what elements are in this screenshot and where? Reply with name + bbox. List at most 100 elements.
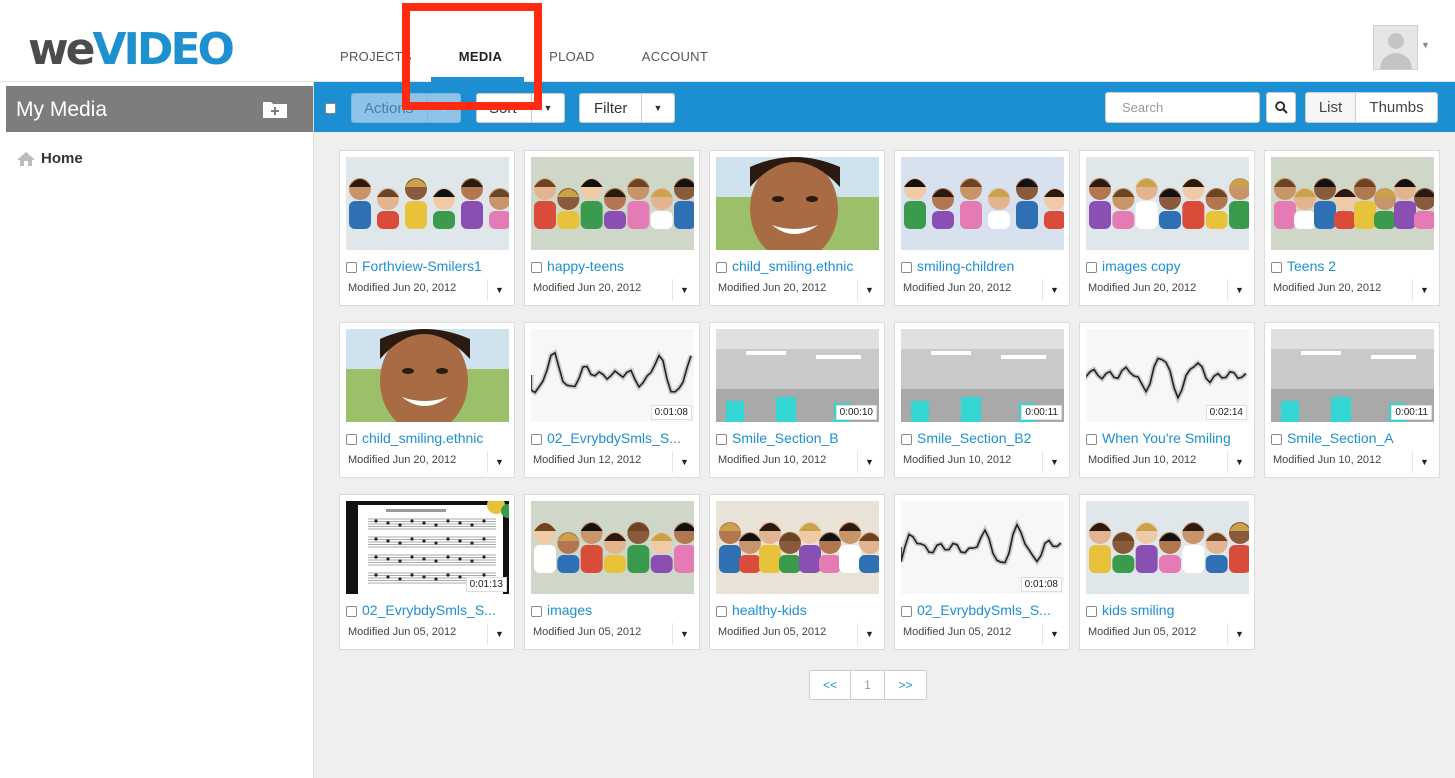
card-menu-caret-icon[interactable]: ▼ bbox=[1412, 451, 1436, 473]
card-menu-caret-icon[interactable]: ▼ bbox=[857, 623, 881, 645]
media-title-link[interactable]: healthy-kids bbox=[732, 602, 882, 618]
select-all-checkbox[interactable] bbox=[325, 103, 336, 114]
media-title-link[interactable]: images bbox=[547, 602, 697, 618]
media-checkbox[interactable] bbox=[531, 606, 542, 617]
filter-button[interactable]: Filter ▼ bbox=[579, 93, 675, 123]
media-thumbnail[interactable] bbox=[531, 501, 694, 594]
card-menu-caret-icon[interactable]: ▼ bbox=[672, 279, 696, 301]
sidebar-item-home[interactable]: Home bbox=[16, 150, 83, 167]
thumbs-view-button[interactable]: Thumbs bbox=[1356, 92, 1438, 123]
media-thumbnail[interactable]: 0:00:10 bbox=[716, 329, 879, 422]
card-menu-caret-icon[interactable]: ▼ bbox=[1227, 623, 1251, 645]
card-menu-caret-icon[interactable]: ▼ bbox=[857, 279, 881, 301]
new-folder-icon[interactable] bbox=[262, 99, 288, 119]
media-card[interactable]: child_smiling.ethnic Modified Jun 20, 201… bbox=[339, 322, 515, 478]
sort-caret-icon[interactable]: ▼ bbox=[530, 94, 564, 122]
media-checkbox[interactable] bbox=[716, 262, 727, 273]
wevideo-logo[interactable]: we VIDEO bbox=[28, 22, 235, 72]
media-thumbnail[interactable] bbox=[346, 329, 509, 422]
media-checkbox[interactable] bbox=[901, 606, 912, 617]
nav-projects[interactable]: PROJECTS bbox=[340, 0, 412, 82]
media-thumbnail[interactable] bbox=[901, 157, 1064, 250]
sort-button[interactable]: Sort ▼ bbox=[476, 93, 565, 123]
media-thumbnail[interactable] bbox=[1271, 157, 1434, 250]
nav-media[interactable]: MEDIA bbox=[430, 0, 525, 82]
list-view-button[interactable]: List bbox=[1305, 92, 1356, 123]
card-menu-caret-icon[interactable]: ▼ bbox=[1042, 279, 1066, 301]
media-thumbnail[interactable] bbox=[346, 157, 509, 250]
media-card[interactable]: images Modified Jun 05, 2012 ▼ bbox=[524, 494, 700, 650]
card-menu-caret-icon[interactable]: ▼ bbox=[857, 451, 881, 473]
media-card[interactable]: smiling-children Modified Jun 20, 2012 ▼ bbox=[894, 150, 1070, 306]
card-menu-caret-icon[interactable]: ▼ bbox=[1227, 279, 1251, 301]
media-checkbox[interactable] bbox=[346, 262, 357, 273]
media-card[interactable]: Forthview-Smilers1 Modified Jun 20, 2012 ▼ bbox=[339, 150, 515, 306]
card-menu-caret-icon[interactable]: ▼ bbox=[487, 623, 511, 645]
media-card[interactable]: happy-teens Modified Jun 20, 2012 ▼ bbox=[524, 150, 700, 306]
media-card[interactable]: 0:01:08 02_EvrybdySmls_S... Modified Jun 1… bbox=[524, 322, 700, 478]
media-card[interactable]: 0:01:08 02_EvrybdySmls_S... Modified Jun 0… bbox=[894, 494, 1070, 650]
media-title-link[interactable]: Smile_Section_A bbox=[1287, 430, 1437, 446]
actions-button[interactable]: Actions ▼ bbox=[351, 93, 461, 123]
search-button[interactable] bbox=[1266, 92, 1296, 123]
user-avatar[interactable] bbox=[1373, 25, 1418, 70]
media-title-link[interactable]: Smile_Section_B2 bbox=[917, 430, 1067, 446]
media-card[interactable]: 0:01:13 02_EvrybdySmls_S... Modified Jun 0… bbox=[339, 494, 515, 650]
actions-caret-icon[interactable]: ▼ bbox=[426, 94, 460, 122]
media-checkbox[interactable] bbox=[901, 434, 912, 445]
media-thumbnail[interactable]: 0:02:14 bbox=[1086, 329, 1249, 422]
media-title-link[interactable]: Forthview-Smilers1 bbox=[362, 258, 512, 274]
media-thumbnail[interactable] bbox=[716, 157, 879, 250]
media-thumbnail[interactable]: 0:01:13 bbox=[346, 501, 509, 594]
media-checkbox[interactable] bbox=[346, 606, 357, 617]
media-thumbnail[interactable] bbox=[1086, 157, 1249, 250]
media-checkbox[interactable] bbox=[1086, 434, 1097, 445]
next-page-button[interactable]: >> bbox=[885, 670, 927, 700]
prev-page-button[interactable]: << bbox=[809, 670, 851, 700]
media-checkbox[interactable] bbox=[1086, 262, 1097, 273]
media-checkbox[interactable] bbox=[346, 434, 357, 445]
media-title-link[interactable]: Teens 2 bbox=[1287, 258, 1437, 274]
media-card[interactable]: 0:00:11 Smile_Section_B2 Modified Jun 10, … bbox=[894, 322, 1070, 478]
filter-caret-icon[interactable]: ▼ bbox=[640, 94, 674, 122]
media-title-link[interactable]: smiling-children bbox=[917, 258, 1067, 274]
media-title-link[interactable]: 02_EvrybdySmls_S... bbox=[362, 602, 512, 618]
media-title-link[interactable]: 02_EvrybdySmls_S... bbox=[547, 430, 697, 446]
media-card[interactable]: images copy Modified Jun 20, 2012 ▼ bbox=[1079, 150, 1255, 306]
media-checkbox[interactable] bbox=[531, 262, 542, 273]
media-thumbnail[interactable] bbox=[716, 501, 879, 594]
card-menu-caret-icon[interactable]: ▼ bbox=[1227, 451, 1251, 473]
media-card[interactable]: healthy-kids Modified Jun 05, 2012 ▼ bbox=[709, 494, 885, 650]
media-checkbox[interactable] bbox=[716, 606, 727, 617]
media-title-link[interactable]: When You're Smiling bbox=[1102, 430, 1252, 446]
search-input[interactable] bbox=[1105, 92, 1260, 123]
media-checkbox[interactable] bbox=[1271, 434, 1282, 445]
card-menu-caret-icon[interactable]: ▼ bbox=[1042, 451, 1066, 473]
nav-upload[interactable]: PLOAD bbox=[549, 0, 595, 82]
media-card[interactable]: 0:00:11 Smile_Section_A Modified Jun 10, 2… bbox=[1264, 322, 1440, 478]
media-checkbox[interactable] bbox=[531, 434, 542, 445]
media-thumbnail[interactable] bbox=[1086, 501, 1249, 594]
media-title-link[interactable]: child_smiling.ethnic bbox=[362, 430, 512, 446]
media-thumbnail[interactable]: 0:00:11 bbox=[901, 329, 1064, 422]
media-title-link[interactable]: 02_EvrybdySmls_S... bbox=[917, 602, 1067, 618]
media-title-link[interactable]: child_smiling.ethnic bbox=[732, 258, 882, 274]
avatar-caret-icon[interactable]: ▼ bbox=[1421, 40, 1430, 50]
media-card[interactable]: child_smiling.ethnic Modified Jun 20, 201… bbox=[709, 150, 885, 306]
media-checkbox[interactable] bbox=[1086, 606, 1097, 617]
media-card[interactable]: Teens 2 Modified Jun 20, 2012 ▼ bbox=[1264, 150, 1440, 306]
media-checkbox[interactable] bbox=[716, 434, 727, 445]
card-menu-caret-icon[interactable]: ▼ bbox=[1412, 279, 1436, 301]
card-menu-caret-icon[interactable]: ▼ bbox=[672, 451, 696, 473]
media-checkbox[interactable] bbox=[901, 262, 912, 273]
media-thumbnail[interactable] bbox=[531, 157, 694, 250]
media-title-link[interactable]: kids smiling bbox=[1102, 602, 1252, 618]
media-checkbox[interactable] bbox=[1271, 262, 1282, 273]
media-title-link[interactable]: Smile_Section_B bbox=[732, 430, 882, 446]
media-title-link[interactable]: happy-teens bbox=[547, 258, 697, 274]
media-card[interactable]: 0:00:10 Smile_Section_B Modified Jun 10, 2… bbox=[709, 322, 885, 478]
media-thumbnail[interactable]: 0:00:11 bbox=[1271, 329, 1434, 422]
media-card[interactable]: 0:02:14 When You're Smiling Modified Jun 1… bbox=[1079, 322, 1255, 478]
media-title-link[interactable]: images copy bbox=[1102, 258, 1252, 274]
media-card[interactable]: kids smiling Modified Jun 05, 2012 ▼ bbox=[1079, 494, 1255, 650]
